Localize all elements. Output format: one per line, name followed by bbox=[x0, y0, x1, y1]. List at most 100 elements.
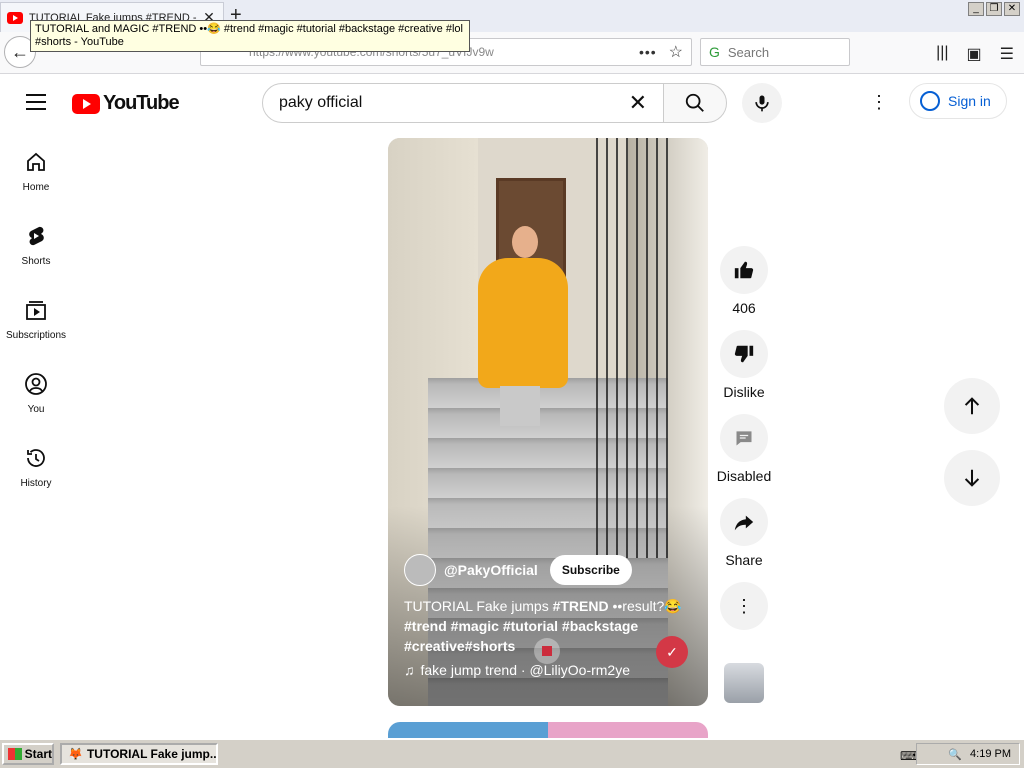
clear-search-icon[interactable]: ✕ bbox=[629, 90, 647, 116]
comments-label: Disabled bbox=[716, 468, 772, 484]
browser-search-box[interactable]: G Search bbox=[700, 38, 850, 66]
youtube-play-icon bbox=[72, 93, 100, 114]
sidebar-item-you[interactable]: You bbox=[0, 362, 72, 436]
video-frame bbox=[500, 386, 540, 426]
microphone-icon bbox=[755, 95, 769, 112]
sound-link[interactable]: ♫ fake jump trend · @LiliyOo-rm2ye bbox=[404, 662, 630, 678]
check-icon[interactable]: ✓ bbox=[656, 636, 688, 668]
music-note-icon: ♫ bbox=[404, 662, 415, 678]
stop-icon[interactable] bbox=[534, 638, 560, 664]
sidebar-item-label: Subscriptions bbox=[5, 330, 67, 341]
browser-toolbar-icons: ||| ▣ ☰ bbox=[936, 44, 1014, 64]
subscriptions-icon bbox=[26, 301, 46, 320]
like-action: 406 bbox=[718, 246, 770, 316]
dislike-action: Dislike bbox=[718, 330, 770, 400]
keyboard-icon[interactable]: ⌨ bbox=[900, 749, 917, 763]
channel-info: @PakyOfficial Subscribe bbox=[404, 554, 632, 586]
search-button[interactable] bbox=[663, 83, 727, 123]
sign-in-button[interactable]: Sign in bbox=[909, 83, 1007, 119]
sidebar-item-label: History bbox=[20, 478, 52, 489]
shorts-icon bbox=[29, 226, 44, 246]
taskbar-item-browser[interactable]: 🦊 TUTORIAL Fake jump... bbox=[60, 743, 218, 765]
youtube-header: YouTube paky official ✕ ⋮ Sign in bbox=[0, 74, 1024, 130]
history-icon bbox=[27, 449, 45, 467]
home-icon bbox=[27, 152, 45, 171]
youtube-search-input[interactable]: paky official ✕ bbox=[262, 83, 664, 123]
comment-icon bbox=[736, 431, 752, 446]
video-frame bbox=[512, 226, 538, 258]
window-controls: _ ❐ ✕ bbox=[968, 2, 1020, 16]
comments-button[interactable] bbox=[720, 414, 768, 462]
sidebar-item-subscriptions[interactable]: Subscriptions bbox=[0, 288, 72, 362]
thumbs-down-icon bbox=[734, 345, 754, 363]
maximize-button[interactable]: ❐ bbox=[986, 2, 1002, 16]
sidebar-item-home[interactable]: Home bbox=[0, 140, 72, 214]
channel-avatar[interactable] bbox=[404, 554, 436, 586]
system-tray: 🔍 4:19 PM bbox=[916, 743, 1020, 765]
previous-short-button[interactable] bbox=[944, 378, 1000, 434]
caption-hashtags[interactable]: #trend #magic #tutorial #backstage #crea… bbox=[404, 618, 638, 654]
page-actions-icon[interactable]: ••• bbox=[639, 44, 657, 60]
clock[interactable]: 4:19 PM bbox=[970, 748, 1011, 760]
arrow-down-icon bbox=[964, 469, 980, 487]
dislike-label: Dislike bbox=[723, 384, 765, 400]
sidebar-item-label: You bbox=[27, 404, 45, 415]
sidebar-item-shorts[interactable]: Shorts bbox=[0, 214, 72, 288]
like-count: 406 bbox=[732, 300, 756, 316]
caption-text: TUTORIAL Fake jumps bbox=[404, 598, 553, 614]
library-icon[interactable]: ||| bbox=[936, 44, 948, 64]
share-label: Share bbox=[725, 552, 763, 568]
video-frame bbox=[478, 258, 568, 388]
share-button[interactable] bbox=[720, 498, 768, 546]
caption-hashtag[interactable]: #TREND bbox=[553, 598, 609, 614]
window-close-button[interactable]: ✕ bbox=[1004, 2, 1020, 16]
sidebar: Home Shorts Subscriptions You History bbox=[0, 140, 72, 510]
youtube-logo[interactable]: YouTube bbox=[72, 92, 180, 115]
more-options-button[interactable]: ⋮ bbox=[720, 582, 768, 630]
sound-title: fake jump trend · @LiliyOo-rm2ye bbox=[420, 662, 631, 678]
next-short-button[interactable] bbox=[944, 450, 1000, 506]
tab-tooltip: TUTORIAL and MAGIC #TREND ••😂 #trend #ma… bbox=[30, 20, 470, 52]
minimize-button[interactable]: _ bbox=[968, 2, 984, 16]
thumbs-up-icon bbox=[734, 261, 754, 279]
more-vert-icon: ⋮ bbox=[735, 595, 753, 616]
sidebar-item-label: Home bbox=[22, 182, 50, 193]
sidebar-item-history[interactable]: History bbox=[0, 436, 72, 510]
caption-text: ••result?😂 bbox=[608, 598, 682, 614]
search-icon bbox=[685, 93, 704, 112]
comments-action: Disabled bbox=[716, 414, 772, 484]
subscribe-button[interactable]: Subscribe bbox=[549, 555, 632, 585]
tray-network-icon[interactable]: 🔍 bbox=[948, 748, 962, 761]
video-frame bbox=[588, 138, 668, 558]
bookmark-star-icon[interactable]: ☆ bbox=[669, 42, 683, 62]
sound-thumbnail[interactable] bbox=[724, 663, 764, 703]
shorts-video-player[interactable]: @PakyOfficial Subscribe TUTORIAL Fake ju… bbox=[388, 138, 708, 706]
search-query[interactable]: paky official bbox=[279, 94, 629, 112]
you-icon bbox=[25, 373, 47, 395]
youtube-logo-text: YouTube bbox=[103, 92, 180, 114]
shorts-actions: 406 Dislike Disabled Share ⋮ bbox=[716, 246, 772, 644]
arrow-up-icon bbox=[964, 397, 980, 415]
sidebar-toggle-icon[interactable]: ▣ bbox=[967, 44, 982, 64]
guide-menu-icon[interactable] bbox=[26, 94, 46, 115]
like-button[interactable] bbox=[720, 246, 768, 294]
dislike-button[interactable] bbox=[720, 330, 768, 378]
browser-search-placeholder: Search bbox=[727, 44, 770, 60]
sidebar-item-label: Shorts bbox=[21, 256, 51, 267]
voice-search-button[interactable] bbox=[742, 83, 782, 123]
browser-app-icon: 🦊 bbox=[68, 747, 83, 761]
start-button[interactable]: Start bbox=[2, 743, 54, 765]
settings-menu-icon[interactable]: ⋮ bbox=[870, 92, 888, 113]
youtube-favicon-icon bbox=[7, 11, 23, 24]
taskbar-item-label: TUTORIAL Fake jump... bbox=[86, 747, 218, 761]
menu-icon[interactable]: ☰ bbox=[1000, 44, 1014, 64]
more-action: ⋮ bbox=[718, 582, 770, 630]
search-engine-icon: G bbox=[709, 44, 720, 60]
account-icon bbox=[920, 91, 940, 111]
start-label: Start bbox=[24, 747, 52, 761]
taskbar: Start 🦊 TUTORIAL Fake jump... ⌨ 🔍 4:19 P… bbox=[0, 738, 1024, 768]
sign-in-label: Sign in bbox=[948, 93, 991, 109]
windows-logo-icon bbox=[8, 748, 22, 760]
channel-name[interactable]: @PakyOfficial bbox=[444, 562, 538, 578]
share-action: Share bbox=[718, 498, 770, 568]
